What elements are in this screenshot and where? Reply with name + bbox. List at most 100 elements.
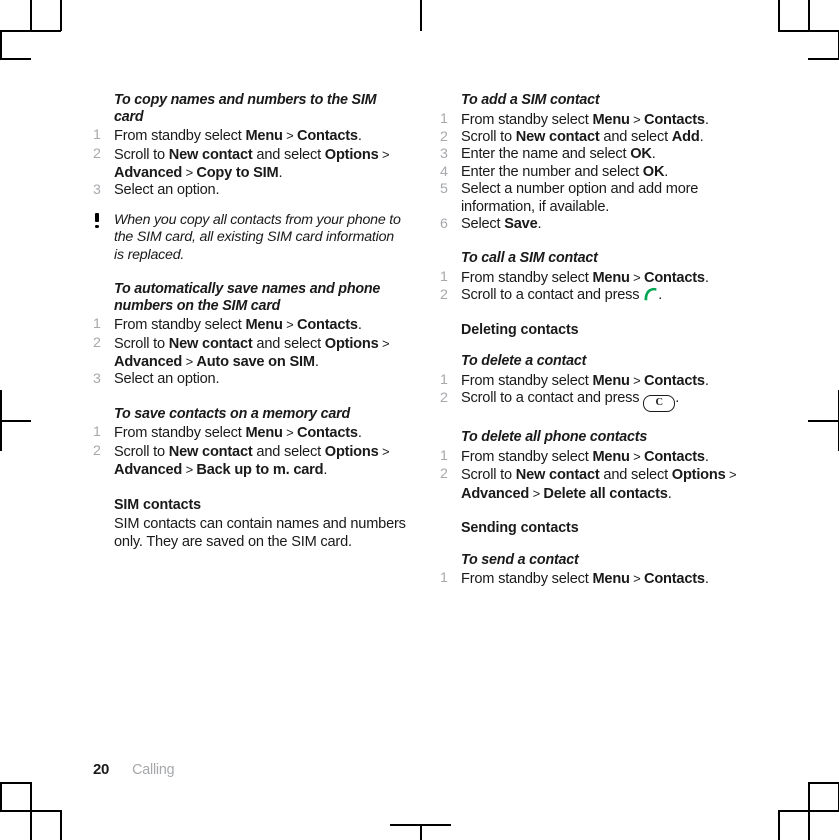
step-item: Select an option. <box>93 182 406 200</box>
separator: > <box>629 373 644 389</box>
ui-term: Advanced <box>114 354 183 371</box>
steps-call-sim-contact: From standby select Menu > Contacts. Scr… <box>440 269 753 305</box>
ui-term: OK <box>642 163 665 180</box>
step-text: From standby select <box>461 373 593 390</box>
step-item: Scroll to New contact and select Options… <box>93 443 406 480</box>
step-item: Scroll to New contact and select Options… <box>440 466 753 503</box>
ui-term: Options <box>671 467 726 484</box>
steps-save-contacts-memory-card: From standby select Menu > Contacts. Scr… <box>93 424 406 479</box>
ui-term: Back up to m. card <box>196 462 324 479</box>
step-text: Select an option. <box>114 371 220 388</box>
heading-delete-a-contact: To delete a contact <box>461 353 587 370</box>
ui-term: Contacts <box>643 449 705 466</box>
step-text: . <box>658 287 663 304</box>
step-text: and select <box>252 146 325 163</box>
step-text: From standby select <box>114 128 246 145</box>
step-item: Scroll to a contact and press . <box>440 287 753 305</box>
step-text: . <box>667 485 672 502</box>
step-item: Scroll to New contact and select Options… <box>93 146 406 183</box>
ui-term: OK <box>630 146 652 163</box>
ui-term: New contact <box>168 443 253 460</box>
separator: > <box>629 449 644 465</box>
step-text: From standby select <box>461 571 593 588</box>
two-column-layout: To copy names and numbers to the SIM car… <box>93 92 753 589</box>
heading-add-sim-contact: To add a SIM contact <box>461 92 600 108</box>
step-item: From standby select Menu > Contacts. <box>93 424 406 442</box>
left-column: To copy names and numbers to the SIM car… <box>93 92 406 589</box>
ui-term: Advanced <box>461 485 530 502</box>
step-text: Select an option. <box>114 182 220 199</box>
note-text: When you copy all contacts from your pho… <box>114 211 401 263</box>
separator: > <box>282 128 297 144</box>
ui-term: Options <box>324 335 379 352</box>
step-text: Scroll to a contact and press <box>461 287 644 304</box>
separator: > <box>529 485 544 501</box>
ui-term: Contacts <box>643 270 705 287</box>
step-text: . <box>323 462 328 479</box>
step-text: . <box>704 270 709 287</box>
note-callout: When you copy all contacts from your pho… <box>93 212 406 264</box>
step-item: Select an option. <box>93 371 406 389</box>
step-text: . <box>704 571 709 588</box>
step-item: Enter the number and select OK. <box>440 163 753 182</box>
separator: > <box>282 425 297 441</box>
step-text: . <box>537 216 542 233</box>
step-item: From standby select Menu > Contacts. <box>440 372 753 390</box>
separator: > <box>182 462 197 478</box>
steps-send-a-contact: From standby select Menu > Contacts. <box>440 570 753 588</box>
separator: > <box>378 146 390 162</box>
heading-copy-names-to-sim: To copy names and numbers to the SIM car… <box>114 92 377 125</box>
step-text: Scroll to a contact and press <box>461 390 644 407</box>
step-text: From standby select <box>461 111 593 128</box>
paragraph-sim-contacts: SIM contacts can contain names and numbe… <box>114 516 406 550</box>
ui-term: Advanced <box>114 165 183 181</box>
step-text: . <box>357 317 362 334</box>
ui-term: New contact <box>515 129 600 145</box>
step-text: . <box>704 373 709 390</box>
steps-delete-a-contact: From standby select Menu > Contacts. Scr… <box>440 372 753 413</box>
ui-term: Contacts <box>643 571 705 588</box>
step-text: . <box>357 425 362 442</box>
right-column: To add a SIM contact From standby select… <box>440 92 753 589</box>
ui-term: Contacts <box>643 111 705 128</box>
separator: > <box>182 354 197 370</box>
ui-term: Contacts <box>643 373 705 390</box>
step-text: Scroll to <box>114 146 169 163</box>
step-text: From standby select <box>461 449 593 466</box>
ui-term: Menu <box>592 449 630 466</box>
separator: > <box>725 467 737 483</box>
step-item: From standby select Menu > Contacts. <box>440 111 753 129</box>
step-text: and select <box>599 129 672 145</box>
step-text: . <box>704 111 709 128</box>
step-text: Scroll to <box>461 467 516 484</box>
ui-term: Menu <box>592 373 630 390</box>
step-text: From standby select <box>114 317 246 334</box>
heading-delete-all-phone-contacts: To delete all phone contacts <box>461 429 648 446</box>
heading-save-contacts-memory-card: To save contacts on a memory card <box>114 405 351 422</box>
ui-term: Contacts <box>296 425 358 442</box>
heading-send-a-contact: To send a contact <box>461 551 579 568</box>
step-text: From standby select <box>461 270 593 287</box>
step-text: . <box>704 449 709 466</box>
step-text: Select a number option and add more info… <box>461 181 699 215</box>
heading-deleting-contacts: Deleting contacts <box>461 321 579 338</box>
step-item: From standby select Menu > Contacts. <box>93 316 406 334</box>
step-item: Scroll to New contact and select Add. <box>440 129 753 147</box>
page-footer: 20 Calling <box>93 761 175 778</box>
heading-sending-contacts: Sending contacts <box>461 520 579 537</box>
ui-term: Menu <box>245 317 283 334</box>
ui-term: New contact <box>515 467 600 484</box>
ui-term: Add <box>671 129 700 145</box>
manual-page: To copy names and numbers to the SIM car… <box>0 0 839 840</box>
exclamation-icon <box>94 212 100 229</box>
ui-term: Menu <box>592 571 630 588</box>
step-text: . <box>314 354 319 371</box>
step-text: Scroll to <box>461 129 516 145</box>
ui-term: New contact <box>168 335 253 352</box>
separator: > <box>629 111 644 127</box>
ui-term: Menu <box>592 270 630 287</box>
step-text: . <box>651 146 656 163</box>
chapter-name: Calling <box>132 762 175 778</box>
step-text: Select <box>461 216 505 233</box>
step-text: . <box>357 128 362 145</box>
